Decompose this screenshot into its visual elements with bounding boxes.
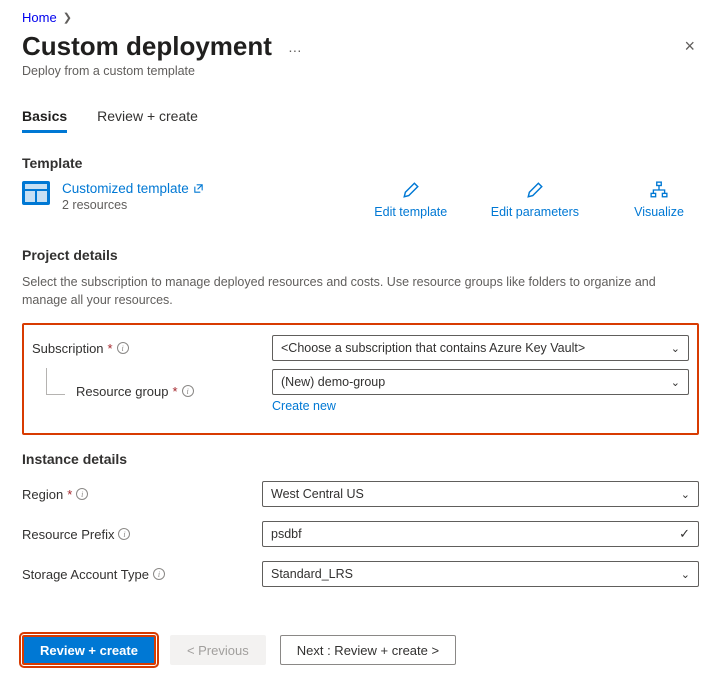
page-subtitle: Deploy from a custom template <box>22 64 699 78</box>
subscription-value: <Choose a subscription that contains Azu… <box>281 341 585 355</box>
external-link-icon <box>193 183 204 194</box>
chevron-down-icon: ⌄ <box>671 342 680 355</box>
customized-template-link[interactable]: Customized template <box>62 181 204 196</box>
info-icon[interactable]: i <box>153 568 165 580</box>
breadcrumb: Home ❯ <box>22 10 699 25</box>
breadcrumb-home[interactable]: Home <box>22 10 57 25</box>
chevron-down-icon: ⌄ <box>681 568 690 581</box>
instance-details-label: Instance details <box>22 451 699 467</box>
tab-basics[interactable]: Basics <box>22 108 67 133</box>
required-marker: * <box>108 341 113 356</box>
chevron-right-icon: ❯ <box>63 11 72 24</box>
more-actions-button[interactable]: … <box>284 39 307 55</box>
info-icon[interactable]: i <box>182 385 194 397</box>
resource-group-label: Resource group <box>76 384 169 399</box>
project-details-highlight: Subscription * i <Choose a subscription … <box>22 323 699 435</box>
resource-prefix-input[interactable]: psdbf ✓ <box>262 521 699 547</box>
resource-prefix-value: psdbf <box>271 527 302 541</box>
footer-bar: Review + create < Previous Next : Review… <box>22 635 699 665</box>
pencil-icon <box>402 181 420 199</box>
review-create-button[interactable]: Review + create <box>22 635 156 665</box>
previous-button[interactable]: < Previous <box>170 635 266 665</box>
template-section-label: Template <box>22 155 699 171</box>
edit-template-button[interactable]: Edit template <box>371 181 451 219</box>
project-details-description: Select the subscription to manage deploy… <box>22 273 699 309</box>
template-icon <box>22 181 50 205</box>
region-value: West Central US <box>271 487 364 501</box>
subscription-label: Subscription <box>32 341 104 356</box>
tab-review-create[interactable]: Review + create <box>97 108 198 133</box>
template-resource-count: 2 resources <box>62 198 204 212</box>
visualize-label: Visualize <box>634 205 684 219</box>
close-icon[interactable]: × <box>680 32 699 61</box>
storage-account-type-select[interactable]: Standard_LRS ⌄ <box>262 561 699 587</box>
page-title: Custom deployment <box>22 31 272 62</box>
region-label: Region <box>22 487 63 502</box>
region-select[interactable]: West Central US ⌄ <box>262 481 699 507</box>
resource-group-value: (New) demo-group <box>281 375 385 389</box>
hierarchy-icon <box>650 181 668 199</box>
tab-bar: Basics Review + create <box>22 108 699 133</box>
resource-prefix-label: Resource Prefix <box>22 527 114 542</box>
customized-template-text: Customized template <box>62 181 189 196</box>
storage-account-type-label: Storage Account Type <box>22 567 149 582</box>
subscription-select[interactable]: <Choose a subscription that contains Azu… <box>272 335 689 361</box>
chevron-down-icon: ⌄ <box>671 376 680 389</box>
edit-parameters-button[interactable]: Edit parameters <box>491 181 579 219</box>
resource-group-select[interactable]: (New) demo-group ⌄ <box>272 369 689 395</box>
create-new-link[interactable]: Create new <box>272 399 689 413</box>
project-details-label: Project details <box>22 247 699 263</box>
chevron-down-icon: ⌄ <box>681 488 690 501</box>
info-icon[interactable]: i <box>117 342 129 354</box>
checkmark-icon: ✓ <box>679 526 690 542</box>
pencil-icon <box>526 181 544 199</box>
required-marker: * <box>173 384 178 399</box>
storage-account-type-value: Standard_LRS <box>271 567 353 581</box>
edit-template-label: Edit template <box>374 205 447 219</box>
info-icon[interactable]: i <box>118 528 130 540</box>
edit-parameters-label: Edit parameters <box>491 205 579 219</box>
next-button[interactable]: Next : Review + create > <box>280 635 456 665</box>
visualize-button[interactable]: Visualize <box>619 181 699 219</box>
required-marker: * <box>67 487 72 502</box>
info-icon[interactable]: i <box>76 488 88 500</box>
